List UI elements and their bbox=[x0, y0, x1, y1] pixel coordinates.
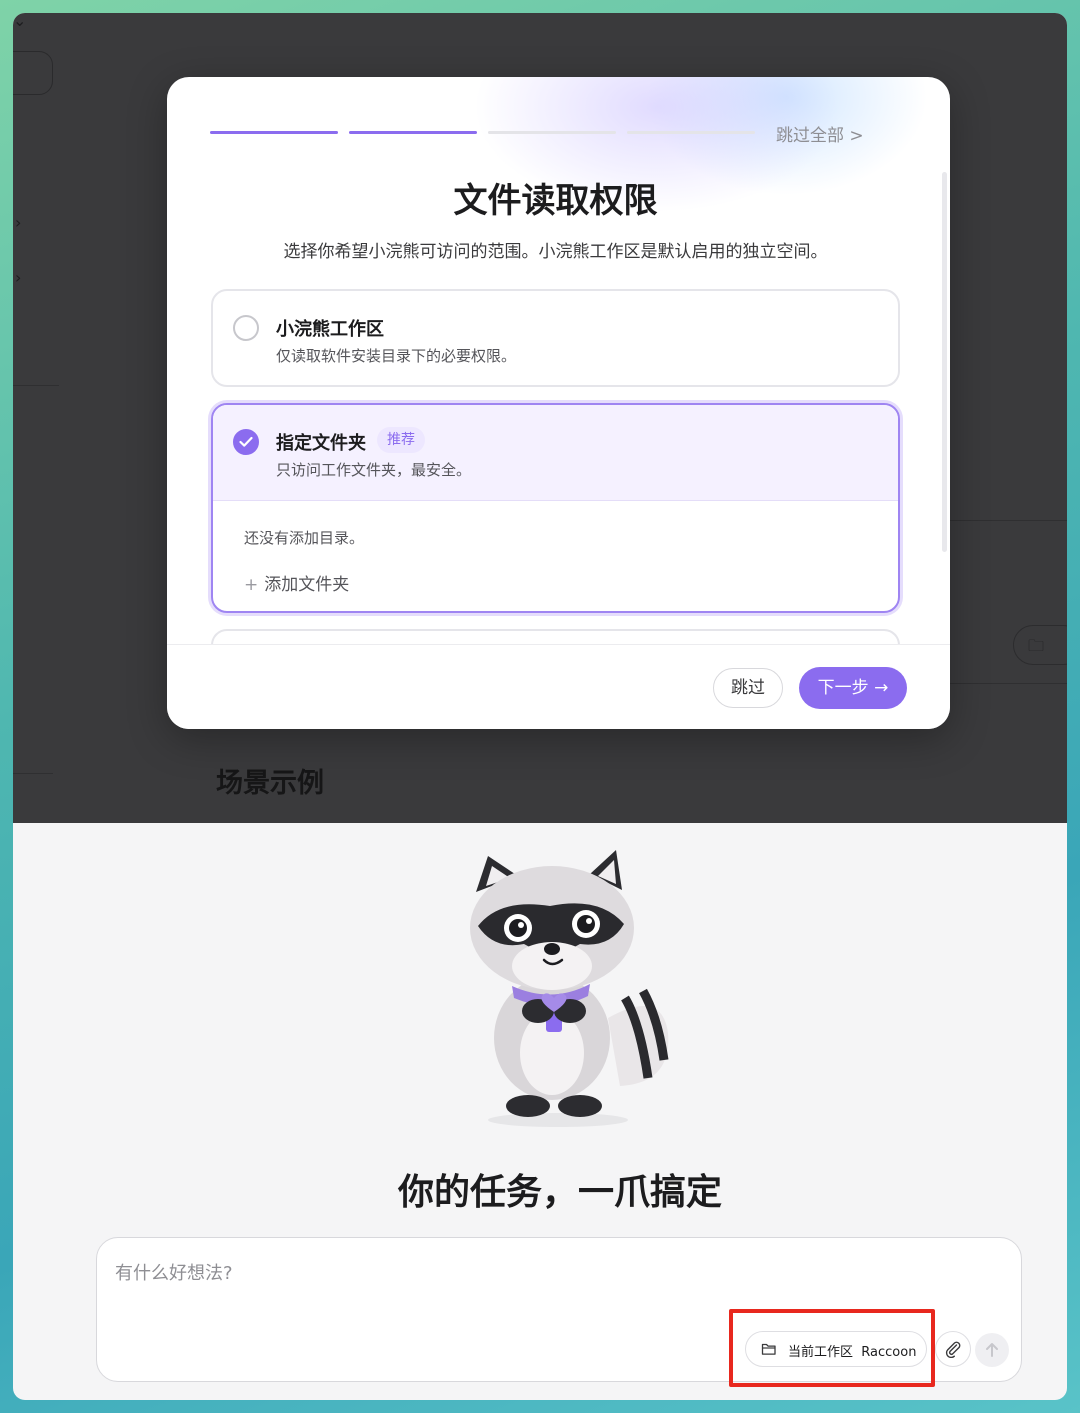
step-indicator bbox=[210, 131, 338, 134]
option-title: 小浣熊工作区 bbox=[276, 319, 384, 340]
radio-unchecked[interactable] bbox=[233, 315, 259, 341]
option-title: 指定文件夹 bbox=[276, 433, 366, 454]
skip-button[interactable]: 跳过 bbox=[713, 668, 783, 708]
check-icon bbox=[239, 436, 253, 447]
option-specified-folder[interactable]: 指定文件夹 推荐 只访问工作文件夹，最安全。 还没有添加目录。 + 添加文件夹 bbox=[211, 403, 900, 613]
raccoon-mascot bbox=[470, 850, 669, 1127]
background-chip: 🗀 bbox=[1013, 625, 1067, 665]
option-description: 只访问工作文件夹，最安全。 bbox=[276, 461, 472, 479]
dialog-subtitle: 选择你希望小浣熊可访问的范围。小浣熊工作区是默认启用的独立空间。 bbox=[283, 242, 828, 262]
plus-icon: + bbox=[244, 575, 259, 595]
divider bbox=[943, 683, 1067, 684]
paperclip-icon bbox=[945, 1341, 961, 1358]
option-workspace[interactable]: 小浣熊工作区 仅读取软件安装目录下的必要权限。 bbox=[211, 289, 900, 387]
skip-all-link[interactable]: 跳过全部 > bbox=[776, 121, 864, 146]
arrow-up-icon bbox=[986, 1343, 998, 1357]
divider bbox=[13, 385, 59, 386]
background-pill bbox=[13, 51, 53, 95]
prompt-input[interactable] bbox=[115, 1258, 995, 1288]
hero-tagline: 你的任务，一爪搞定 bbox=[397, 1172, 722, 1213]
divider bbox=[943, 520, 1067, 521]
next-button[interactable]: 下一步 → bbox=[799, 667, 907, 709]
divider bbox=[13, 773, 53, 774]
workspace-prefix: 当前工作区 bbox=[788, 1345, 854, 1360]
section-title: 场景示例 bbox=[216, 768, 324, 799]
permission-dialog: 跳过全部 > 文件读取权限 选择你希望小浣熊可访问的范围。小浣熊工作区是默认启用… bbox=[167, 77, 950, 729]
folder-icon bbox=[761, 1343, 776, 1355]
scrollbar[interactable] bbox=[942, 172, 947, 552]
app-window: ⌄ › › 🗀 场景示例 跳过全部 > 文件读取权限 选择你希望小浣熊可访问的范… bbox=[13, 13, 1067, 1400]
step-indicator bbox=[488, 131, 616, 134]
workspace-name: Raccoon bbox=[861, 1345, 917, 1360]
folder-icon: 🗀 bbox=[1028, 636, 1045, 655]
add-folder-label: 添加文件夹 bbox=[264, 575, 350, 595]
send-button[interactable] bbox=[975, 1333, 1009, 1367]
chat-composer: 当前工作区 Raccoon bbox=[96, 1237, 1022, 1382]
dialog-footer: 跳过 下一步 → bbox=[167, 644, 950, 729]
modal-backdrop[interactable]: ⌄ › › 🗀 场景示例 跳过全部 > 文件读取权限 选择你希望小浣熊可访问的范… bbox=[13, 13, 1067, 823]
option-description: 仅读取软件安装目录下的必要权限。 bbox=[276, 347, 517, 365]
dialog-title: 文件读取权限 bbox=[453, 181, 658, 221]
add-folder-button[interactable]: + 添加文件夹 bbox=[244, 570, 349, 595]
attach-button[interactable] bbox=[935, 1331, 971, 1367]
chevron-down-icon: ⌄ bbox=[13, 13, 27, 30]
step-indicator bbox=[627, 131, 755, 134]
chevron-right-icon: › bbox=[15, 213, 22, 232]
step-indicator bbox=[349, 131, 477, 134]
radio-checked[interactable] bbox=[233, 429, 259, 455]
recommended-badge: 推荐 bbox=[377, 427, 425, 453]
step-progress bbox=[210, 131, 755, 134]
workspace-label: 当前工作区 Raccoon bbox=[788, 1341, 916, 1360]
workspace-selector[interactable]: 当前工作区 Raccoon bbox=[745, 1331, 927, 1367]
empty-directory-text: 还没有添加目录。 bbox=[244, 529, 365, 547]
chevron-right-icon: › bbox=[15, 268, 22, 287]
option-header[interactable]: 指定文件夹 推荐 只访问工作文件夹，最安全。 bbox=[213, 405, 898, 501]
